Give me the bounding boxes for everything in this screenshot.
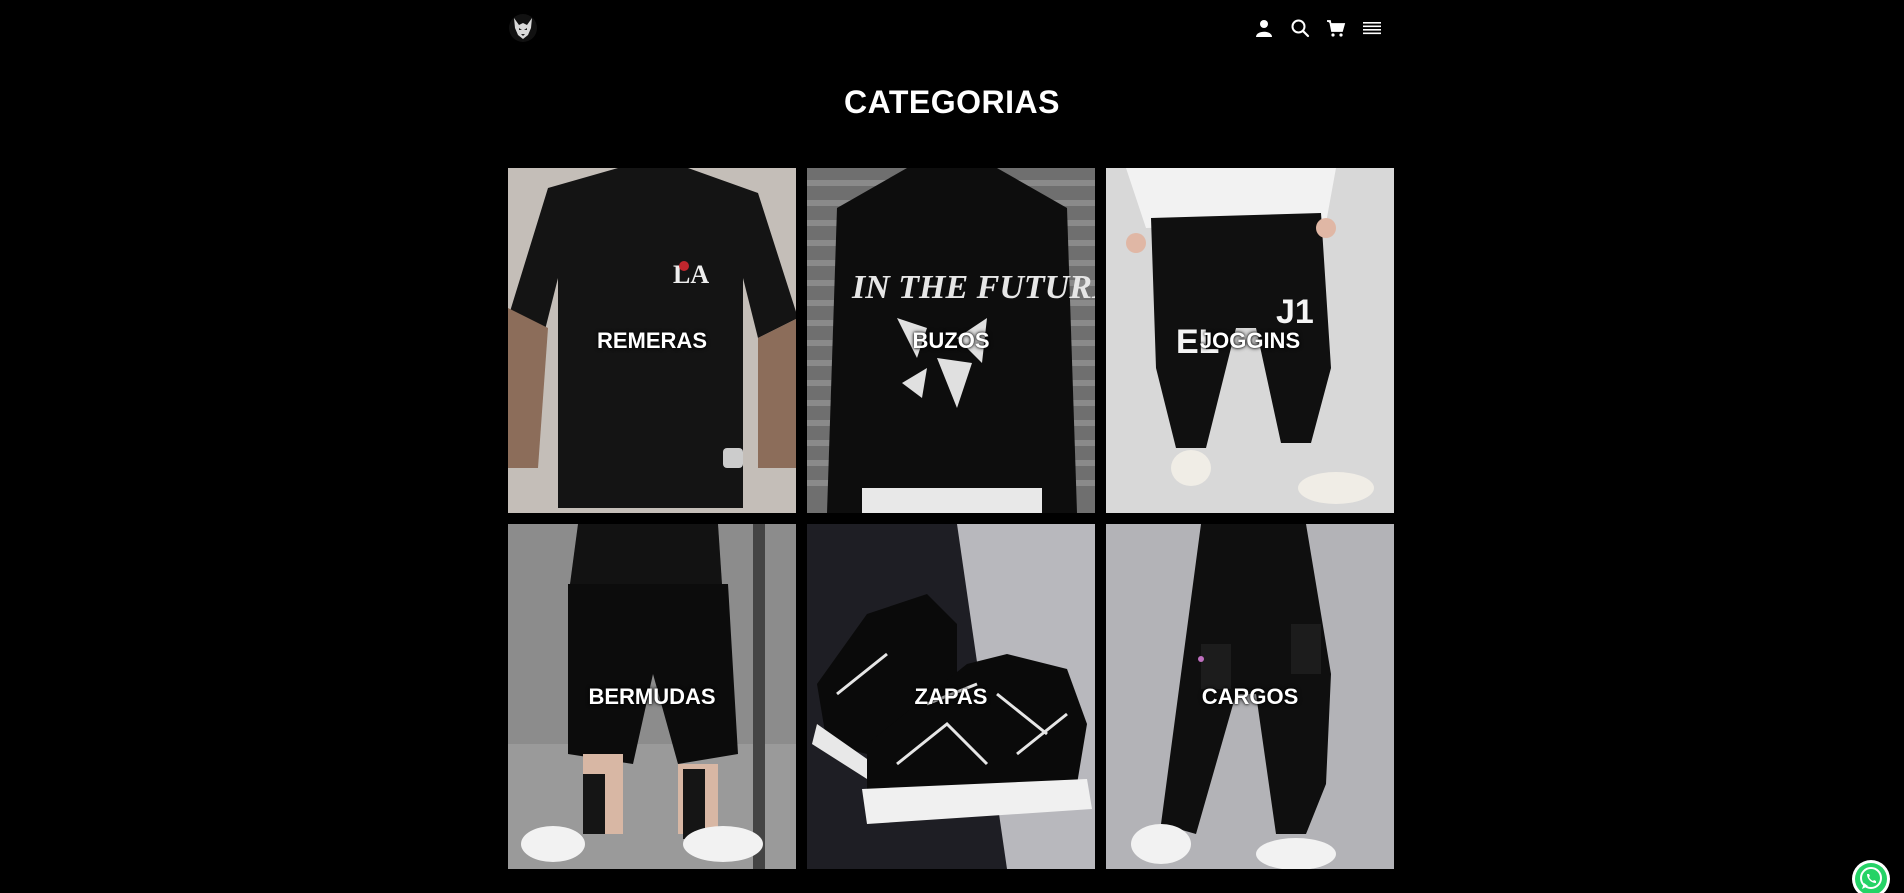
category-label: CARGOS — [1201, 683, 1299, 709]
svg-text:LA: LA — [673, 260, 709, 289]
user-icon[interactable] — [1254, 18, 1274, 38]
category-card-joggins[interactable]: EL J1 JOGGINS — [1106, 168, 1394, 513]
category-card-remeras[interactable]: LA REMERAS — [508, 168, 796, 513]
category-label: REMERAS — [596, 327, 707, 353]
page: CATEGORIAS LA REMERAS IN THE FUTURE BUZO… — [0, 0, 1904, 893]
wolf-logo-icon[interactable] — [508, 13, 538, 43]
whatsapp-icon — [1855, 863, 1887, 893]
menu-icon[interactable] — [1362, 18, 1382, 38]
header — [508, 0, 1394, 56]
category-card-bermudas[interactable]: BERMUDAS — [508, 524, 796, 869]
page-title: CATEGORIAS — [844, 84, 1060, 120]
category-grid: LA REMERAS IN THE FUTURE BUZOS EL J1 JOG… — [508, 168, 1394, 869]
category-label: ZAPAS — [914, 683, 988, 709]
svg-text:IN THE FUTURE: IN THE FUTURE — [851, 269, 1095, 306]
category-label: BERMUDAS — [588, 683, 716, 709]
category-card-cargos[interactable]: CARGOS — [1106, 524, 1394, 869]
whatsapp-button[interactable] — [1852, 860, 1890, 893]
cart-icon[interactable] — [1326, 18, 1346, 38]
category-label: JOGGINS — [1199, 327, 1301, 353]
header-icons — [1254, 18, 1382, 38]
svg-text:J1: J1 — [1276, 293, 1314, 331]
search-icon[interactable] — [1290, 18, 1310, 38]
category-card-buzos[interactable]: IN THE FUTURE BUZOS — [807, 168, 1095, 513]
category-label: BUZOS — [912, 327, 990, 353]
category-card-zapas[interactable]: ZAPAS — [807, 524, 1095, 869]
